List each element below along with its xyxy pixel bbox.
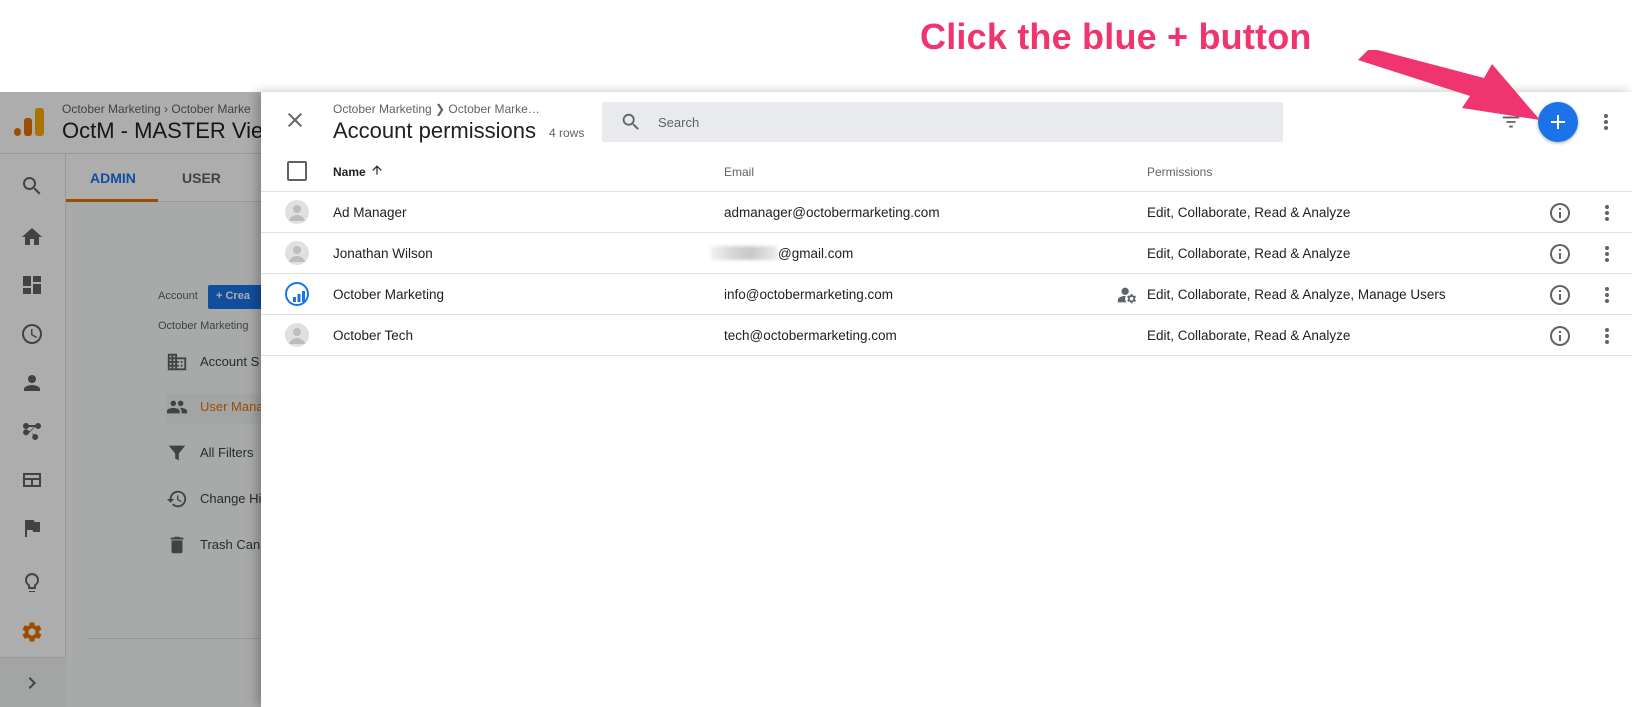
select-all-checkbox[interactable] [287, 161, 307, 181]
row-more-vert-icon[interactable] [1595, 283, 1619, 307]
column-header-name[interactable]: Name [333, 165, 366, 179]
user-email: info@octobermarketing.com [724, 287, 894, 302]
user-permissions: Edit, Collaborate, Read & Analyze [1147, 205, 1351, 220]
add-user-button[interactable] [1538, 102, 1578, 142]
analytics-logo-icon [285, 282, 309, 306]
user-permissions: Edit, Collaborate, Read & Analyze [1147, 328, 1351, 343]
pointer-arrow-icon [1358, 50, 1540, 120]
breadcrumb[interactable]: October Marketing ❯ October Marke… [333, 102, 540, 116]
user-name: October Tech [333, 328, 414, 343]
column-header-email[interactable]: Email [724, 165, 754, 179]
page-title: Account permissions [333, 118, 536, 143]
plus-icon [1551, 115, 1565, 129]
info-icon[interactable] [1548, 201, 1572, 225]
manage-users-icon [1116, 284, 1138, 306]
sort-arrow-up-icon[interactable] [370, 163, 384, 177]
permissions-table: Name Email Permissions Ad Manager admana… [261, 152, 1632, 356]
table-header: Name Email Permissions [261, 152, 1632, 192]
screen: October Marketing › October Marke OctM -… [0, 0, 1632, 707]
info-icon[interactable] [1548, 283, 1572, 307]
row-more-vert-icon[interactable] [1595, 324, 1619, 348]
redacted-text-blur [711, 246, 777, 260]
row-more-vert-icon[interactable] [1595, 201, 1619, 225]
account-permissions-drawer: October Marketing ❯ October Marke… Accou… [261, 92, 1632, 707]
user-permissions: Edit, Collaborate, Read & Analyze [1147, 246, 1351, 261]
table-row[interactable]: October Tech tech@octobermarketing.com E… [261, 315, 1632, 356]
more-vert-icon [1604, 114, 1608, 130]
table-row[interactable]: Jonathan Wilson @gmail.com Edit, Collabo… [261, 233, 1632, 274]
row-count-badge: 4 rows [549, 126, 585, 140]
user-name: Ad Manager [333, 205, 407, 220]
table-row[interactable]: October Marketing info@octobermarketing.… [261, 274, 1632, 315]
search-icon [620, 111, 642, 133]
info-icon[interactable] [1548, 242, 1572, 266]
user-email: @gmail.com [778, 246, 854, 261]
user-name: October Marketing [333, 287, 445, 302]
user-email-cell: @gmail.com [711, 246, 853, 261]
row-more-vert-icon[interactable] [1595, 242, 1619, 266]
default-avatar-icon [285, 200, 309, 224]
modal-scrim[interactable] [0, 92, 262, 707]
info-icon[interactable] [1548, 324, 1572, 348]
close-button[interactable] [283, 108, 307, 132]
user-email: tech@octobermarketing.com [724, 328, 897, 343]
column-header-permissions[interactable]: Permissions [1147, 165, 1212, 179]
user-permissions: Edit, Collaborate, Read & Analyze, Manag… [1147, 287, 1446, 302]
default-avatar-icon [285, 241, 309, 265]
close-icon [288, 113, 302, 127]
search-bar[interactable] [602, 102, 1283, 142]
table-row[interactable]: Ad Manager admanager@octobermarketing.co… [261, 192, 1632, 233]
search-input[interactable] [658, 111, 1258, 133]
default-avatar-icon [285, 323, 309, 347]
instruction-annotation: Click the blue + button [920, 16, 1312, 57]
user-name: Jonathan Wilson [333, 246, 433, 261]
more-options-button[interactable] [1594, 110, 1618, 134]
user-email: admanager@octobermarketing.com [724, 205, 940, 220]
